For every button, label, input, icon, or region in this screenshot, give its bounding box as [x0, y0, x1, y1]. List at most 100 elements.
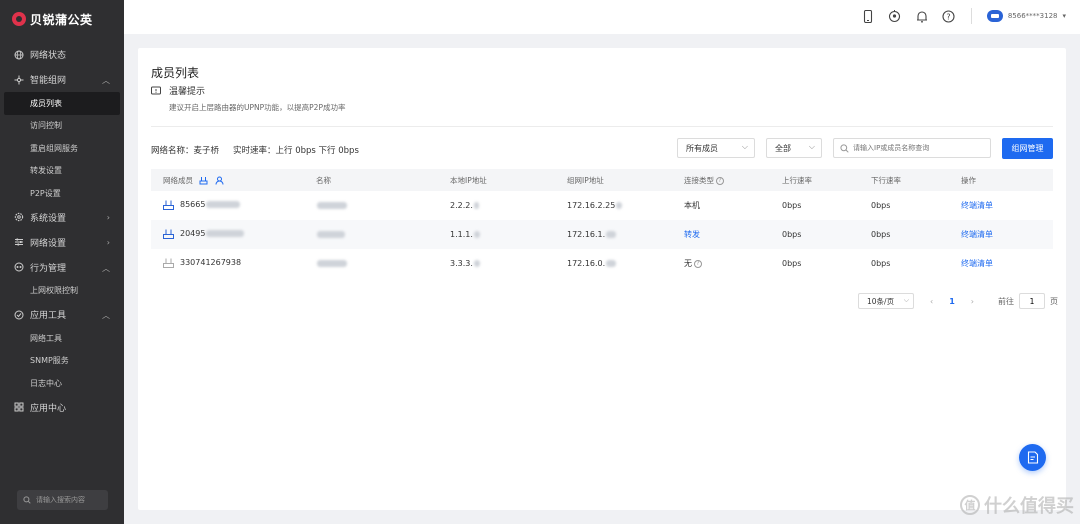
- sidebar: 贝锐蒲公英 网络状态 智能组网 ︿ 成员列表 访问控制 重启组网服务 转发设置 …: [0, 0, 124, 524]
- sidebar-sub-snmp[interactable]: SNMP服务: [0, 350, 124, 373]
- col-conn-type-label: 连接类型: [684, 175, 714, 185]
- type-filter-select[interactable]: 全部 ⌵: [766, 138, 822, 158]
- redacted-text: [473, 260, 480, 267]
- sidebar-sub-network-tools[interactable]: 网络工具: [0, 327, 124, 350]
- sidebar-item-network-settings[interactable]: 网络设置 ›: [0, 230, 124, 255]
- col-action: 操作: [961, 175, 976, 185]
- down-speed-cell: 0bps: [871, 259, 891, 268]
- sidebar-sub-access-control[interactable]: 访问控制: [0, 115, 124, 138]
- conn-type-forward[interactable]: 转发: [684, 230, 700, 239]
- goto-page-input[interactable]: [1018, 293, 1045, 309]
- sidebar-item-label: 网络设置: [30, 238, 67, 249]
- brand-name: 贝锐蒲公英: [30, 12, 93, 27]
- member-filter-select[interactable]: 所有成员 ⌵: [677, 138, 755, 158]
- behavior-icon: [14, 262, 24, 272]
- sidebar-sub-p2p-settings[interactable]: P2P设置: [0, 182, 124, 205]
- sidebar-sub-forward-settings[interactable]: 转发设置: [0, 160, 124, 183]
- redacted-text: [473, 202, 479, 209]
- sidebar-item-network-status[interactable]: 网络状态: [0, 42, 124, 67]
- sidebar-item-smart-networking[interactable]: 智能组网 ︿: [0, 67, 124, 92]
- vpn-ip-cell: 172.16.0.: [567, 249, 684, 278]
- page-title: 成员列表: [151, 66, 200, 80]
- sidebar-sub-internet-permission[interactable]: 上网权限控制: [0, 280, 124, 303]
- redacted-text: [606, 231, 617, 238]
- sidebar-sub-restart-service[interactable]: 重启组网服务: [0, 137, 124, 160]
- action-cell: 终端清单: [961, 191, 1053, 220]
- section-divider: [151, 126, 1053, 127]
- redacted-text: [473, 231, 480, 238]
- redacted-text: [606, 260, 617, 267]
- col-up: 上行速率: [782, 175, 812, 185]
- action-cell: 终端清单: [961, 220, 1053, 249]
- redacted-text: [616, 202, 623, 209]
- down-speed-cell: 0bps: [871, 230, 891, 239]
- col-down: 下行速率: [871, 175, 901, 185]
- sidebar-item-label: 应用中心: [30, 403, 67, 414]
- bell-icon[interactable]: [915, 9, 929, 23]
- robot-icon[interactable]: [888, 9, 902, 23]
- sidebar-item-label: 系统设置: [30, 213, 67, 224]
- member-cell: 330741267938: [151, 249, 316, 278]
- sidebar-item-app-tools[interactable]: 应用工具 ︿: [0, 302, 124, 327]
- type-filter-value: 全部: [775, 143, 791, 153]
- router-filter-icon[interactable]: [199, 176, 208, 185]
- globe-icon: [14, 50, 24, 60]
- table-row: 85665 2.2.2. 172.16.2.25 本机 0bps 0bps 终端…: [151, 191, 1053, 220]
- prev-page-icon[interactable]: ‹: [930, 297, 933, 306]
- top-toolbar: ? 8566****3128 ▾: [861, 8, 1066, 24]
- member-id: 85665: [180, 200, 206, 209]
- chevron-down-icon: ⌵: [808, 142, 815, 151]
- local-ip: 1.1.1.: [450, 230, 473, 239]
- member-search: [833, 138, 991, 158]
- page-size-select[interactable]: 10条/页 ⌵: [858, 293, 914, 309]
- sidebar-search-input[interactable]: 请输入搜索内容: [17, 490, 108, 510]
- vpn-ip-cell: 172.16.2.25: [567, 191, 684, 220]
- help-icon[interactable]: ?: [716, 176, 724, 185]
- toolbar-divider: [970, 8, 972, 24]
- local-ip-cell: 3.3.3.: [450, 249, 567, 278]
- col-member: 网络成员: [151, 169, 316, 191]
- user-id: 8566****3128: [1007, 12, 1058, 20]
- redacted-text: [206, 201, 241, 208]
- network-manage-button[interactable]: 组网管理: [1002, 138, 1053, 159]
- conn-type-cell: 无?: [684, 249, 782, 278]
- member-search-input[interactable]: [853, 144, 983, 152]
- up-speed-cell: 0bps: [782, 230, 802, 239]
- user-menu[interactable]: 8566****3128 ▾: [986, 10, 1066, 22]
- current-page[interactable]: 1: [949, 297, 955, 306]
- member-id: 330741267938: [180, 258, 242, 267]
- sidebar-sub-log-center[interactable]: 日志中心: [0, 372, 124, 395]
- help-icon[interactable]: ?: [694, 259, 702, 268]
- user-filter-icon[interactable]: [215, 176, 224, 185]
- mobile-icon[interactable]: [861, 9, 875, 23]
- brand-logo[interactable]: 贝锐蒲公英: [0, 0, 124, 38]
- sidebar-item-label: 应用工具: [30, 311, 67, 321]
- col-local-ip: 本地IP地址: [450, 175, 487, 185]
- sidebar-sub-member-list[interactable]: 成员列表: [4, 92, 120, 115]
- page-unit: 页: [1049, 296, 1058, 306]
- terminal-list-link[interactable]: 终端清单: [961, 230, 993, 239]
- help-icon[interactable]: ?: [942, 9, 956, 23]
- terminal-list-link[interactable]: 终端清单: [961, 259, 993, 268]
- col-conn-type: 连接类型?: [684, 169, 782, 191]
- sidebar-item-system-settings[interactable]: 系统设置 ›: [0, 205, 124, 230]
- realtime-speed: 实时速率：上行 0bps 下行 0bps: [233, 146, 359, 156]
- router-icon: [163, 229, 174, 239]
- page-jump: 前往 页: [998, 293, 1058, 309]
- watermark-logo: 值: [960, 495, 980, 515]
- watermark-text: 什么值得买: [984, 496, 1074, 517]
- router-offline-icon: [163, 258, 174, 268]
- member-cell: 85665: [151, 191, 316, 220]
- terminal-list-link[interactable]: 终端清单: [961, 201, 993, 210]
- goto-label: 前往: [997, 296, 1014, 306]
- search-icon: [840, 143, 849, 153]
- sidebar-item-app-center[interactable]: 应用中心: [0, 395, 124, 420]
- next-page-icon[interactable]: ›: [971, 297, 974, 306]
- member-table: 网络成员 名称 本地IP地址 组网IP地址 连接类型? 上行速率 下行速率 操作: [151, 169, 1053, 278]
- sidebar-nav: 网络状态 智能组网 ︿ 成员列表 访问控制 重启组网服务 转发设置 P2P设置 …: [0, 38, 124, 420]
- pagination: 10条/页 ⌵ ‹ 1 › 前往 页: [858, 293, 1058, 309]
- svg-text:?: ?: [947, 12, 951, 21]
- feedback-fab[interactable]: [1019, 444, 1046, 471]
- redacted-text: [317, 260, 347, 267]
- sidebar-item-behavior-management[interactable]: 行为管理 ︿: [0, 255, 124, 280]
